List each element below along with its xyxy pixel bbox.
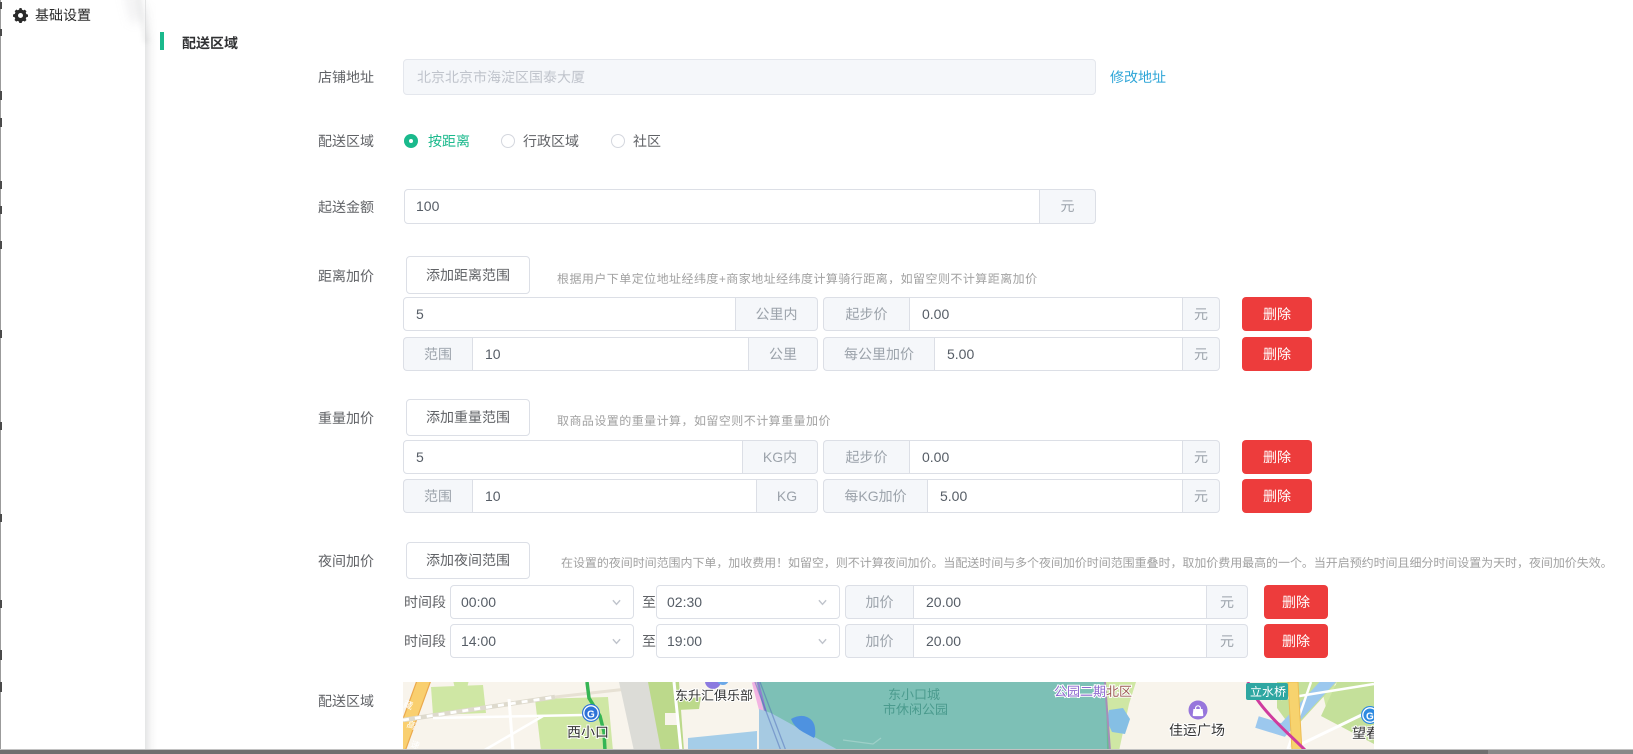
svg-text:G: G	[1366, 712, 1374, 723]
svg-text:望春: 望春	[1352, 725, 1374, 741]
svg-text:西小口: 西小口	[567, 724, 609, 740]
svg-text:东升汇俱乐部: 东升汇俱乐部	[675, 688, 753, 703]
svg-text:佳运广场: 佳运广场	[1169, 722, 1225, 738]
svg-text:G: G	[587, 710, 595, 721]
svg-text:立水桥: 立水桥	[1250, 685, 1286, 699]
svg-text:东小口城: 东小口城	[888, 687, 940, 702]
svg-text:公园二期北区: 公园二期北区	[1054, 684, 1132, 699]
svg-text:市休闲公园: 市休闲公园	[883, 702, 948, 717]
